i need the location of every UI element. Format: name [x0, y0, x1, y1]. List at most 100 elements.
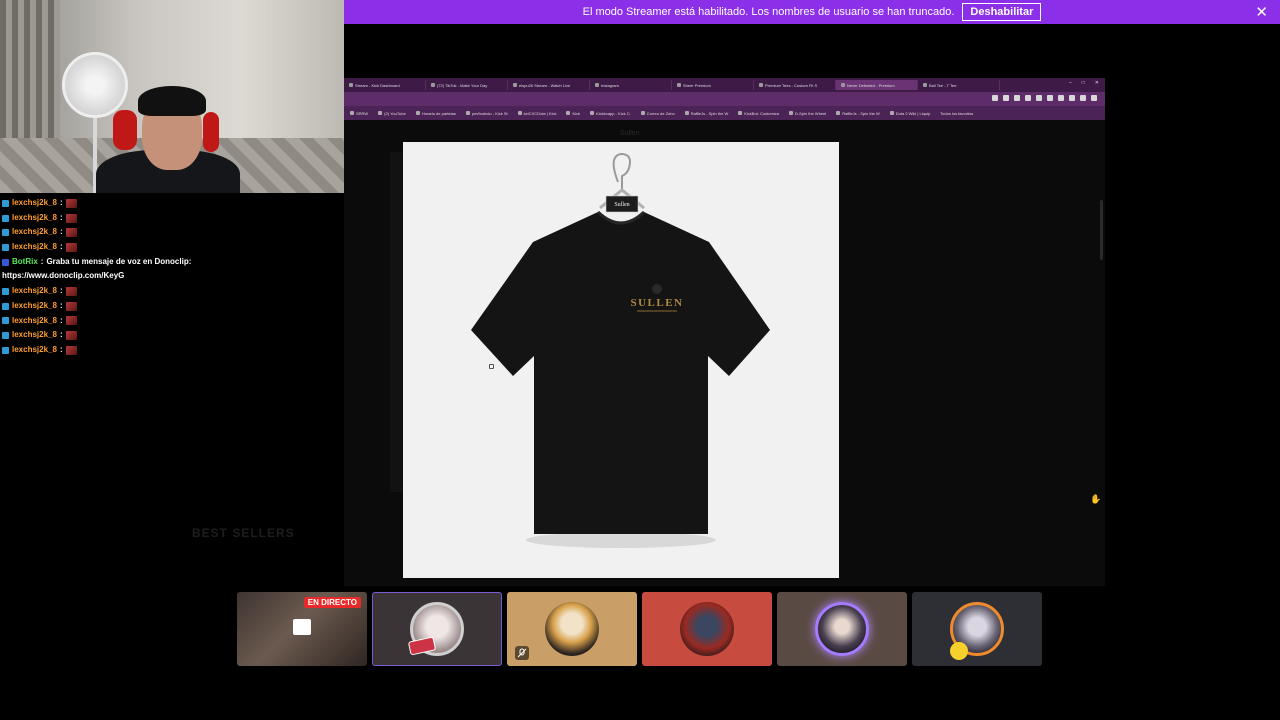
- bookmark-favicon-icon: [350, 111, 354, 115]
- live-stream-card[interactable]: EN DIRECTO: [237, 592, 367, 666]
- browser-tab-active[interactable]: Never Defeated - Premium: [836, 80, 918, 90]
- bookmark-item[interactable]: KickBot: Customiza: [738, 111, 785, 116]
- scrollbar[interactable]: [1100, 200, 1103, 260]
- bookmark-item[interactable]: (2) YouTube: [378, 111, 412, 116]
- browser-tab[interactable]: Sheer Premium: [672, 80, 754, 90]
- bookmark-label: keiCXCDota | Kick: [523, 110, 557, 116]
- cursor-icon: [489, 364, 494, 369]
- streamer-card[interactable]: [507, 592, 637, 666]
- subscriber-badge-icon: [2, 287, 9, 295]
- streamer-card[interactable]: [372, 592, 502, 666]
- webcam-feed: [0, 0, 344, 193]
- chat-username[interactable]: lexchsj2k_8: [12, 299, 57, 314]
- bookmark-item[interactable]: pm/foobolo - Kick St: [465, 110, 514, 116]
- chat-message: lexchsj2k_8 :: [2, 225, 342, 240]
- tab-label: Never Defeated - Premium: [847, 82, 895, 88]
- bookmark-favicon-icon: [465, 111, 470, 115]
- browser-tab[interactable]: (72) TikTok - Make Your Day: [426, 80, 508, 90]
- tab-favicon-icon: [431, 83, 435, 87]
- bookmark-label: KickBot: Customiza: [744, 110, 779, 116]
- bot-badge-icon: [2, 258, 9, 266]
- chat-username[interactable]: lexchsj2k_8: [12, 211, 57, 226]
- bookmark-item[interactable]: keiCXCDota | Kick: [517, 110, 563, 116]
- bookmark-item[interactable]: SRRW: [350, 111, 374, 116]
- logo-emblem-icon: [652, 284, 662, 294]
- avatar: [815, 602, 869, 656]
- browser-tab[interactable]: elspu26 Stream - Watch Live: [508, 80, 590, 90]
- bookmark-favicon-icon: [738, 111, 743, 115]
- neck-tag-text: Sullen: [614, 202, 629, 208]
- bookmark-item[interactable]: RaffleJs - Spin the W: [836, 111, 886, 116]
- product-image-lightbox[interactable]: Sullen SULLEN: [403, 142, 839, 578]
- chat-message: lexchsj2k_8 :: [2, 299, 342, 314]
- close-window-icon[interactable]: ✕: [1095, 80, 1099, 86]
- extension-icon[interactable]: [1036, 95, 1042, 101]
- page-logo[interactable]: Sullen: [620, 130, 639, 137]
- tab-favicon-icon: [677, 83, 681, 87]
- browser-tab[interactable]: Stream - Kick Dashboard: [344, 80, 426, 90]
- logo-text: SULLEN: [630, 297, 683, 309]
- bookmark-item[interactable]: RaffleJs - Spin the W: [684, 110, 735, 116]
- chat-separator: :: [59, 300, 63, 310]
- streamer-card[interactable]: [777, 592, 907, 666]
- extension-icon[interactable]: [1058, 95, 1064, 101]
- maximize-icon[interactable]: □: [1082, 80, 1085, 86]
- chat-separator: :: [59, 198, 63, 207]
- bookmark-item[interactable]: D-Spin the Wheel: [788, 111, 832, 116]
- browser-tab-bar: Stream - Kick Dashboard (72) TikTok - Ma…: [344, 78, 1105, 92]
- emote-icon: [65, 286, 77, 296]
- extension-icon[interactable]: [1003, 95, 1009, 101]
- extension-icon[interactable]: [1025, 95, 1031, 101]
- chat-username[interactable]: lexchsj2k_8: [12, 240, 57, 255]
- tab-label: Ball Tee - T Tee: [929, 82, 957, 88]
- bookmark-label: pm/foobolo - Kick St: [471, 110, 508, 116]
- tab-label: elspu26 Stream - Watch Live: [519, 82, 571, 88]
- bookmark-label: RaffleJs - Spin the W: [690, 110, 729, 116]
- tab-label: (72) TikTok - Make Your Day: [437, 82, 488, 88]
- bookmark-label: Correo de Zoho: [646, 110, 675, 116]
- close-icon[interactable]: ✕: [1255, 3, 1268, 21]
- chat-link[interactable]: https://www.donoclip.com/KeyG: [2, 269, 124, 284]
- menu-icon[interactable]: [1091, 95, 1097, 101]
- extension-icon[interactable]: [992, 95, 998, 101]
- bookmark-favicon-icon: [566, 111, 571, 115]
- chat-message-continuation: https://www.donoclip.com/KeyG: [2, 269, 342, 284]
- streamer-card[interactable]: [642, 592, 772, 666]
- browser-tab[interactable]: Instagram: [590, 80, 672, 90]
- extension-icon[interactable]: [1047, 95, 1053, 101]
- bookmark-favicon-icon: [684, 111, 689, 115]
- chat-username[interactable]: lexchsj2k_8: [12, 284, 57, 299]
- extension-icon[interactable]: [1069, 95, 1075, 101]
- bookmark-item[interactable]: Horario de partidas: [415, 111, 462, 116]
- chat-username[interactable]: lexchsj2k_8: [12, 343, 57, 358]
- bookmark-label: Kick: [572, 110, 581, 116]
- disable-streamer-mode-button[interactable]: Deshabilitar: [962, 3, 1042, 21]
- tab-favicon-icon: [513, 83, 517, 87]
- bookmark-favicon-icon: [590, 111, 595, 115]
- minimize-icon[interactable]: –: [1069, 80, 1072, 86]
- extension-icon[interactable]: [1014, 95, 1020, 101]
- chat-message: lexchsj2k_8 :: [2, 284, 342, 299]
- chat-username[interactable]: lexchsj2k_8: [12, 314, 57, 329]
- chat-username[interactable]: BotRix: [12, 255, 38, 270]
- bookmark-item[interactable]: Kick: [566, 111, 586, 116]
- bookmark-item[interactable]: Dota 2 Wiki | Liquip: [889, 110, 936, 116]
- tab-label: Premium Tees - Custom Fit S: [765, 82, 818, 88]
- chat-username[interactable]: lexchsj2k_8: [12, 196, 57, 211]
- bookmarks-all-folder[interactable]: Todos los favoritos: [940, 111, 979, 116]
- subscriber-badge-icon: [2, 332, 9, 340]
- address-bar[interactable]: [344, 92, 1105, 106]
- chat-username[interactable]: lexchsj2k_8: [12, 328, 57, 343]
- browser-tab[interactable]: Premium Tees - Custom Fit S: [754, 80, 836, 90]
- emote-icon: [65, 242, 77, 252]
- streamer-card[interactable]: [912, 592, 1042, 666]
- bookmark-label: Dota 2 Wiki | Liquip: [895, 110, 931, 116]
- bookmark-item[interactable]: Kickbcapp - Kick C.: [590, 111, 637, 116]
- profile-avatar-icon[interactable]: [1080, 95, 1086, 101]
- emote-icon: [65, 301, 77, 311]
- browser-tab[interactable]: Ball Tee - T Tee: [918, 80, 1000, 90]
- chat-username[interactable]: lexchsj2k_8: [12, 225, 57, 240]
- bookmark-favicon-icon: [640, 111, 645, 115]
- bookmark-item[interactable]: Correo de Zoho: [640, 110, 681, 116]
- bookmark-label: SRRW: [356, 110, 369, 116]
